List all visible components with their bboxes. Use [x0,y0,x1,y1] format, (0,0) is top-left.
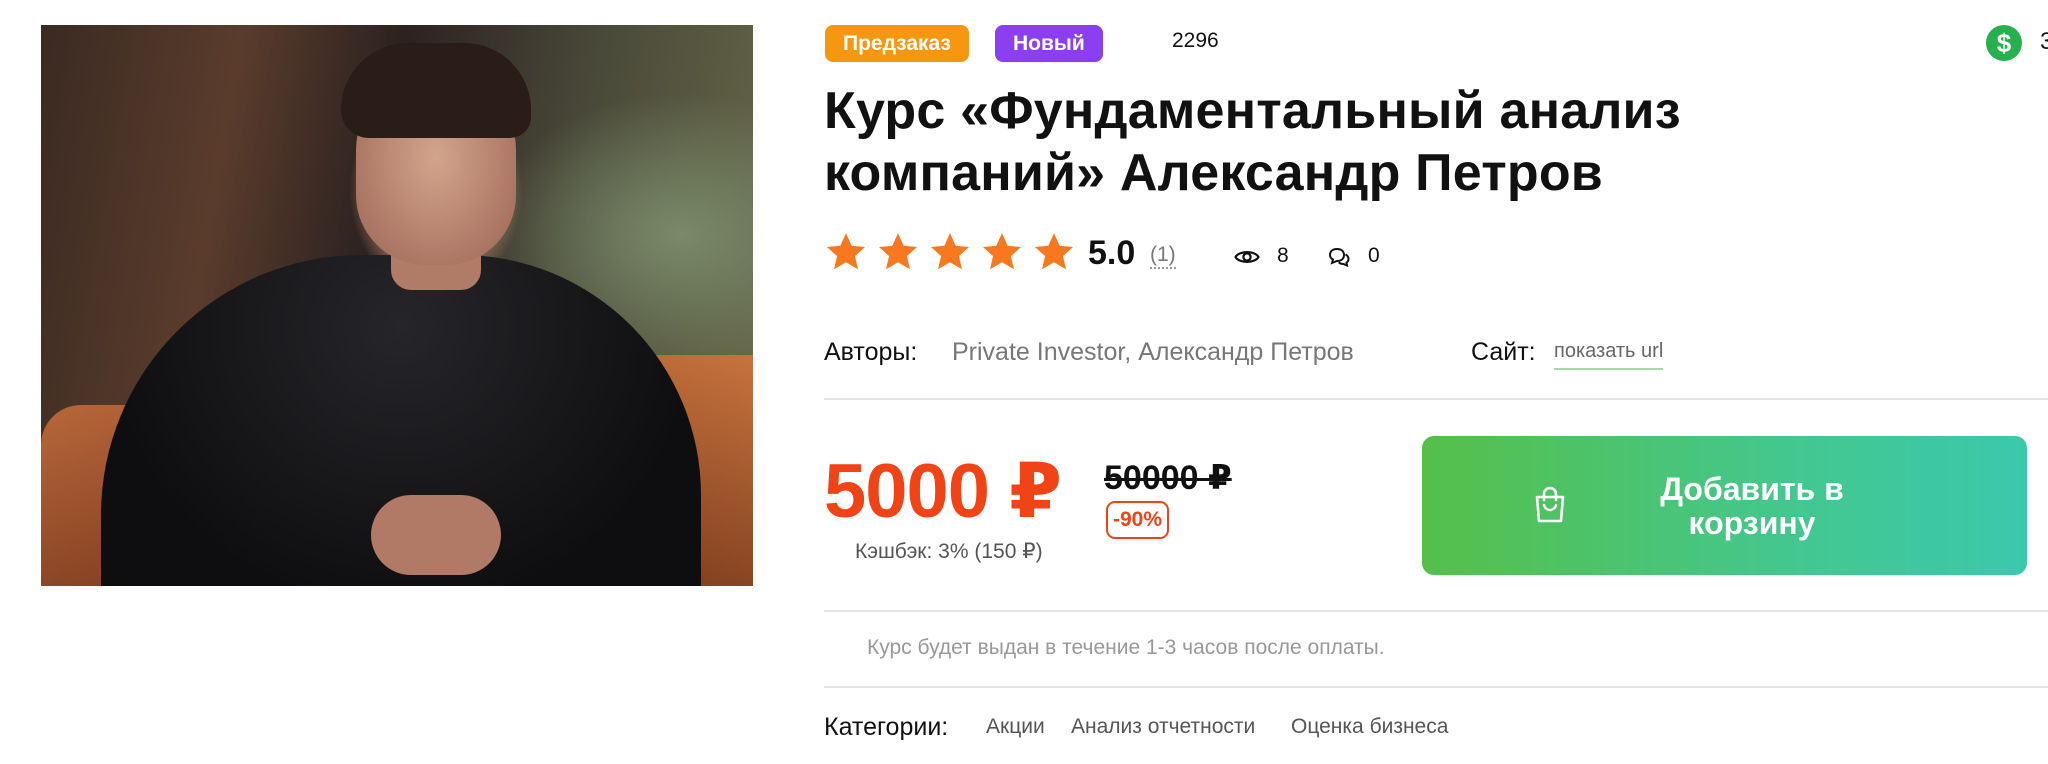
site-label: Сайт: [1471,338,1536,366]
category-link[interactable]: Акции [986,715,1045,739]
product-id: 2296 [1172,29,1219,52]
page-title: Курс «Фундаментальный анализ компаний» А… [824,82,1681,202]
category-link[interactable]: Анализ отчетности [1071,715,1255,739]
rating-stars [824,230,1076,274]
discount-badge: -90% [1106,501,1170,539]
shopping-bag-icon [1535,486,1565,523]
current-price: 5000 ₽ [824,449,1062,534]
old-price: 50000 ₽ [1104,459,1232,497]
show-url-link[interactable]: показать url [1554,340,1664,370]
cashback-header-value: 3 [2040,28,2048,55]
categories-label: Категории: [824,713,949,741]
review-count-link[interactable]: (1) [1150,243,1176,269]
authors-value[interactable]: Private Investor, Александр Петров [952,338,1354,367]
divider [824,686,2048,688]
dollar-icon: $ [1986,25,2022,61]
views-count: 8 [1277,244,1289,267]
authors-label: Авторы: [824,338,918,366]
star-icon [878,233,918,270]
add-to-cart-button[interactable]: Добавить в корзину [1422,436,2027,575]
delivery-note: Курс будет выдан в течение 1-3 часов пос… [867,636,1385,659]
divider [824,398,2048,400]
star-icon [1034,233,1074,270]
eye-icon [1234,251,1260,263]
preorder-badge: Предзаказ [825,25,969,62]
cashback-info: Кэшбэк: 3% (150 ₽) [855,540,1043,563]
add-to-cart-label: Добавить в корзину [1660,471,1844,541]
image-hair [341,43,531,138]
product-image[interactable] [41,25,753,586]
star-icon [826,233,866,270]
comments-count: 0 [1368,244,1380,267]
category-link[interactable]: Оценка бизнеса [1291,715,1448,739]
image-hand [371,495,501,575]
divider [824,610,2048,612]
star-icon [930,233,970,270]
comments-icon [1328,247,1350,268]
new-badge: Новый [995,25,1103,62]
star-icon [982,233,1022,270]
rating-value: 5.0 [1088,234,1136,272]
